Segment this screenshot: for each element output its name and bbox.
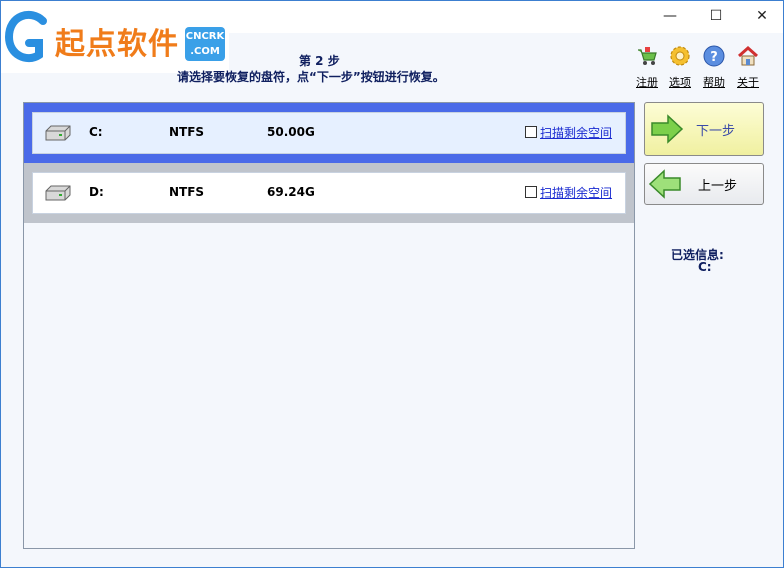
close-button[interactable]: ✕ [739, 1, 784, 31]
toolbar-register[interactable]: 注册 [633, 45, 661, 90]
scan-free-space-checkbox[interactable] [525, 186, 537, 198]
toolbar-about[interactable]: 关于 [734, 45, 762, 90]
help-icon: ? [703, 45, 725, 67]
next-step-label: 下一步 [696, 123, 736, 139]
hard-drive-icon [45, 125, 71, 141]
step-description: 请选择要恢复的盘符，点“下一步”按钮进行恢复。 [177, 70, 445, 84]
drive-letter: D: [89, 185, 104, 199]
toolbar-help-label: 帮助 [703, 76, 725, 89]
drive-size: 50.00G [267, 125, 315, 139]
step-title: 第 2 步 [299, 54, 340, 68]
drive-letter: C: [89, 125, 103, 139]
next-step-button[interactable]: 下一步 [644, 102, 764, 156]
prev-step-label: 上一步 [698, 178, 738, 194]
toolbar-options[interactable]: 选项 [666, 45, 694, 90]
minimize-icon: — [663, 8, 677, 24]
toolbar-options-label: 选项 [669, 76, 691, 89]
minimize-button[interactable]: — [647, 1, 693, 31]
svg-text:?: ? [710, 50, 718, 65]
scan-free-space-link[interactable]: 扫描剩余空间 [540, 184, 612, 201]
prev-step-button[interactable]: 上一步 [644, 163, 764, 205]
app-window: — ☐ ✕ 起点软件 CNCRK .COM 第 2 步 请选择要恢复的盘符，点“… [0, 0, 784, 568]
scan-free-space-link[interactable]: 扫描剩余空间 [540, 124, 612, 141]
drive-row-inner: C: NTFS 50.00G 扫描剩余空间 [32, 112, 626, 154]
cart-icon [638, 47, 657, 65]
logo-text: 起点软件 [55, 27, 179, 62]
maximize-button[interactable]: ☐ [693, 1, 739, 31]
drive-row-inner: D: NTFS 69.24G 扫描剩余空间 [32, 172, 626, 214]
drive-size: 69.24G [267, 185, 315, 199]
gear-icon [670, 46, 690, 66]
drive-row-d[interactable]: D: NTFS 69.24G 扫描剩余空间 [24, 163, 634, 223]
hard-drive-icon [45, 185, 71, 201]
scan-free-space-checkbox[interactable] [525, 126, 537, 138]
toolbar-about-label: 关于 [737, 76, 759, 89]
home-icon [738, 45, 758, 66]
logo-swirl-icon [4, 10, 47, 63]
arrow-left-icon [648, 169, 681, 199]
drive-row-c[interactable]: C: NTFS 50.00G 扫描剩余空间 [24, 103, 634, 163]
arrow-right-icon [651, 114, 684, 144]
brand-logo: 起点软件 CNCRK .COM [1, 1, 229, 73]
toolbar-register-label: 注册 [636, 76, 658, 89]
selected-info-value: C: [698, 260, 712, 274]
logo-badge-line1: CNCRK [185, 31, 225, 42]
logo-badge-line2: .COM [190, 46, 220, 57]
drive-filesystem: NTFS [169, 185, 205, 199]
drive-filesystem: NTFS [169, 125, 205, 139]
drive-list: C: NTFS 50.00G 扫描剩余空间 D: NTFS 69.24G 扫描剩… [23, 102, 635, 549]
logo-badge: CNCRK .COM [185, 27, 225, 61]
maximize-icon: ☐ [709, 8, 723, 24]
close-icon: ✕ [756, 8, 768, 24]
toolbar-help[interactable]: ? 帮助 [700, 45, 728, 90]
